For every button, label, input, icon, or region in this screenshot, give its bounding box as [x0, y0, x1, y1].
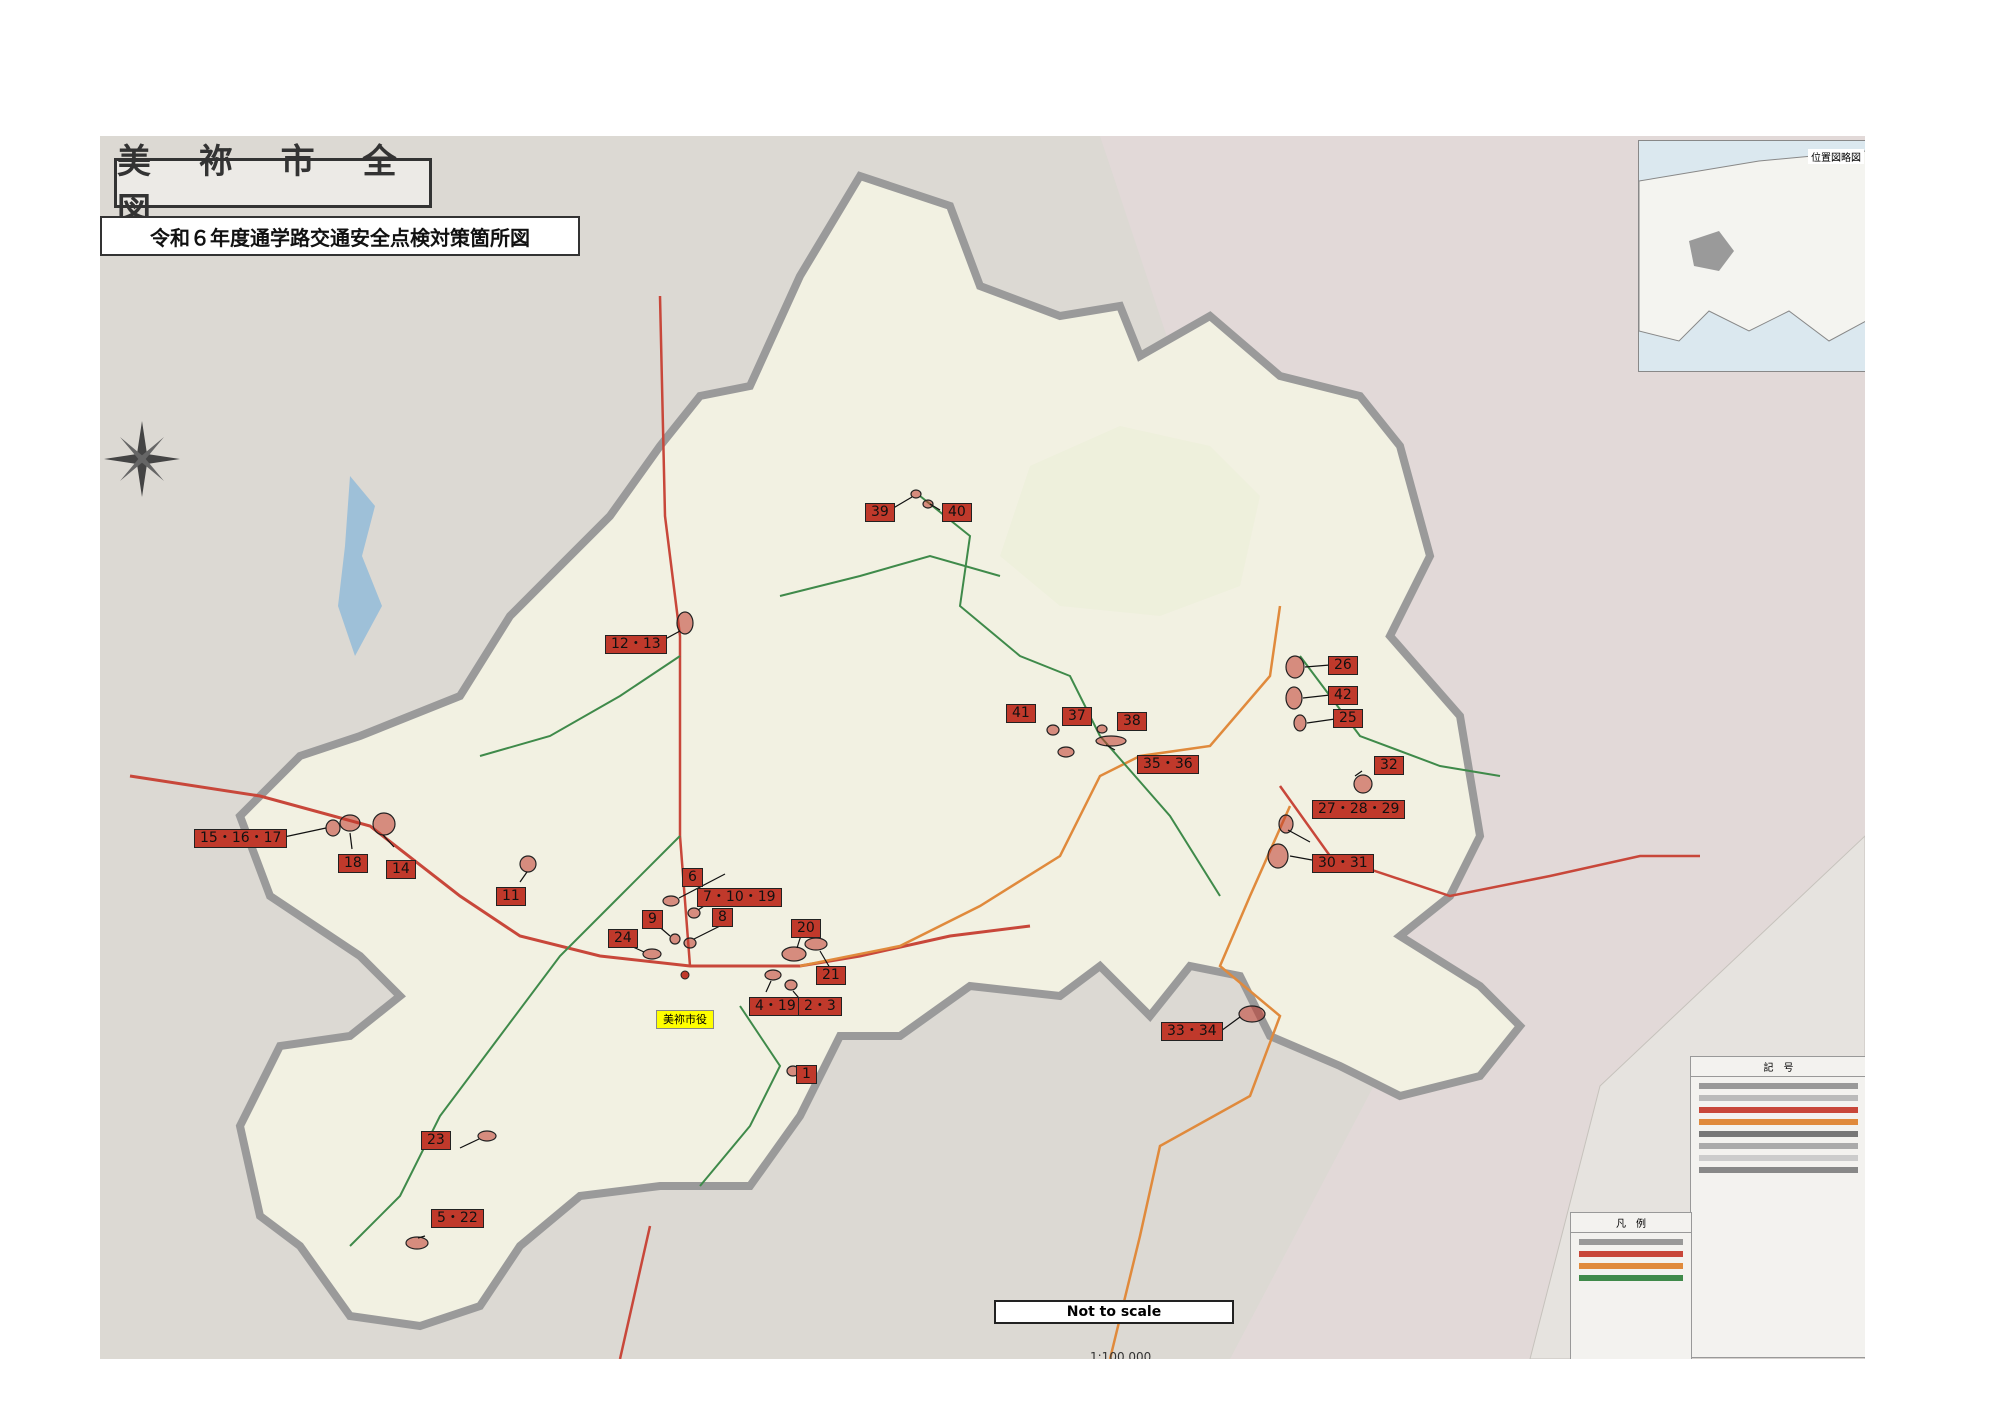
marker-label[interactable]: 24: [608, 929, 638, 948]
marker-label[interactable]: 6: [682, 868, 703, 887]
legend-title: 記 号: [1691, 1057, 1865, 1077]
marker-label[interactable]: 32: [1374, 756, 1404, 775]
marker-site-32: [1353, 774, 1373, 794]
marker-site-23: [477, 1130, 497, 1142]
marker-label[interactable]: 23: [421, 1131, 451, 1150]
marker-site-38: [1096, 724, 1108, 734]
inset-title: 位置図略図: [1808, 149, 1864, 164]
marker-label[interactable]: 11: [496, 887, 526, 906]
map-legend: 記 号: [1690, 1056, 1865, 1358]
marker-label[interactable]: 9: [642, 910, 663, 929]
marker-label[interactable]: 8: [712, 908, 733, 927]
marker-site-39: [910, 489, 922, 499]
marker-site-14: [372, 812, 396, 836]
marker-site-8: [683, 937, 697, 949]
scale-note: Not to scale: [994, 1300, 1234, 1324]
marker-site-40: [922, 499, 934, 509]
scale-ratio: 1:100,000: [1090, 1350, 1152, 1359]
marker-label[interactable]: 41: [1006, 704, 1036, 723]
marker-site-37: [1057, 746, 1075, 758]
marker-site-35-36: [1095, 735, 1127, 747]
marker-label[interactable]: 5・22: [431, 1209, 484, 1228]
marker-label[interactable]: 37: [1062, 707, 1092, 726]
marker-site-4-19: [764, 969, 782, 981]
location-inset-map: 位置図略図: [1638, 140, 1865, 372]
marker-label[interactable]: 2・3: [798, 997, 842, 1016]
marker-label[interactable]: 40: [942, 503, 972, 522]
map-subtitle: 令和６年度通学路交通安全点検対策箇所図: [100, 216, 580, 256]
marker-label[interactable]: 4・19: [749, 997, 802, 1016]
marker-label[interactable]: 18: [338, 854, 368, 873]
marker-site-18: [339, 814, 361, 832]
marker-label[interactable]: 1: [796, 1065, 817, 1084]
marker-label[interactable]: 33・34: [1161, 1022, 1223, 1041]
marker-label[interactable]: 20: [791, 919, 821, 938]
marker-label[interactable]: 26: [1328, 656, 1358, 675]
map-legend-secondary: 凡 例: [1570, 1212, 1692, 1359]
marker-label[interactable]: 39: [865, 503, 895, 522]
marker-site-42: [1285, 686, 1303, 710]
marker-site-30-31: [1267, 843, 1289, 869]
marker-label[interactable]: 42: [1328, 686, 1358, 705]
marker-label[interactable]: 30・31: [1312, 854, 1374, 873]
city-hall-marker: [680, 970, 690, 980]
marker-site-9: [669, 933, 681, 945]
marker-label[interactable]: 27・28・29: [1312, 800, 1406, 819]
marker-label[interactable]: 21: [816, 966, 846, 985]
marker-label[interactable]: 25: [1333, 709, 1363, 728]
marker-site-26: [1285, 655, 1305, 679]
map-title: 美 祢 市 全 図: [114, 142, 432, 231]
marker-site-11: [519, 855, 537, 873]
marker-label[interactable]: 7・10・19: [697, 888, 782, 907]
marker-site-21: [804, 937, 828, 951]
marker-label[interactable]: 15・16・17: [194, 829, 288, 848]
marker-site-33-34: [1238, 1005, 1266, 1023]
map-area[interactable]: 美 祢 市 全 図 令和６年度通学路交通安全点検対策箇所図 39 40 12・1…: [100, 136, 1865, 1359]
marker-site-25: [1293, 714, 1307, 732]
marker-label[interactable]: 14: [386, 860, 416, 879]
marker-label[interactable]: 38: [1117, 712, 1147, 731]
marker-site-6: [662, 895, 680, 907]
marker-site-15-16-17: [325, 819, 341, 837]
marker-site-41: [1046, 724, 1060, 736]
marker-label[interactable]: 12・13: [605, 635, 667, 654]
marker-site-5-22: [405, 1236, 429, 1250]
marker-site-27-28-29: [1278, 814, 1294, 834]
marker-site-24: [642, 948, 662, 960]
topographic-map: [100, 136, 1865, 1359]
city-hall-label: 美祢市役: [656, 1010, 714, 1029]
marker-site-2-3: [784, 979, 798, 991]
marker-site-20: [781, 946, 807, 962]
inset-map-graphic: [1639, 141, 1865, 371]
marker-label[interactable]: 35・36: [1137, 755, 1199, 774]
legend2-title: 凡 例: [1571, 1213, 1691, 1233]
